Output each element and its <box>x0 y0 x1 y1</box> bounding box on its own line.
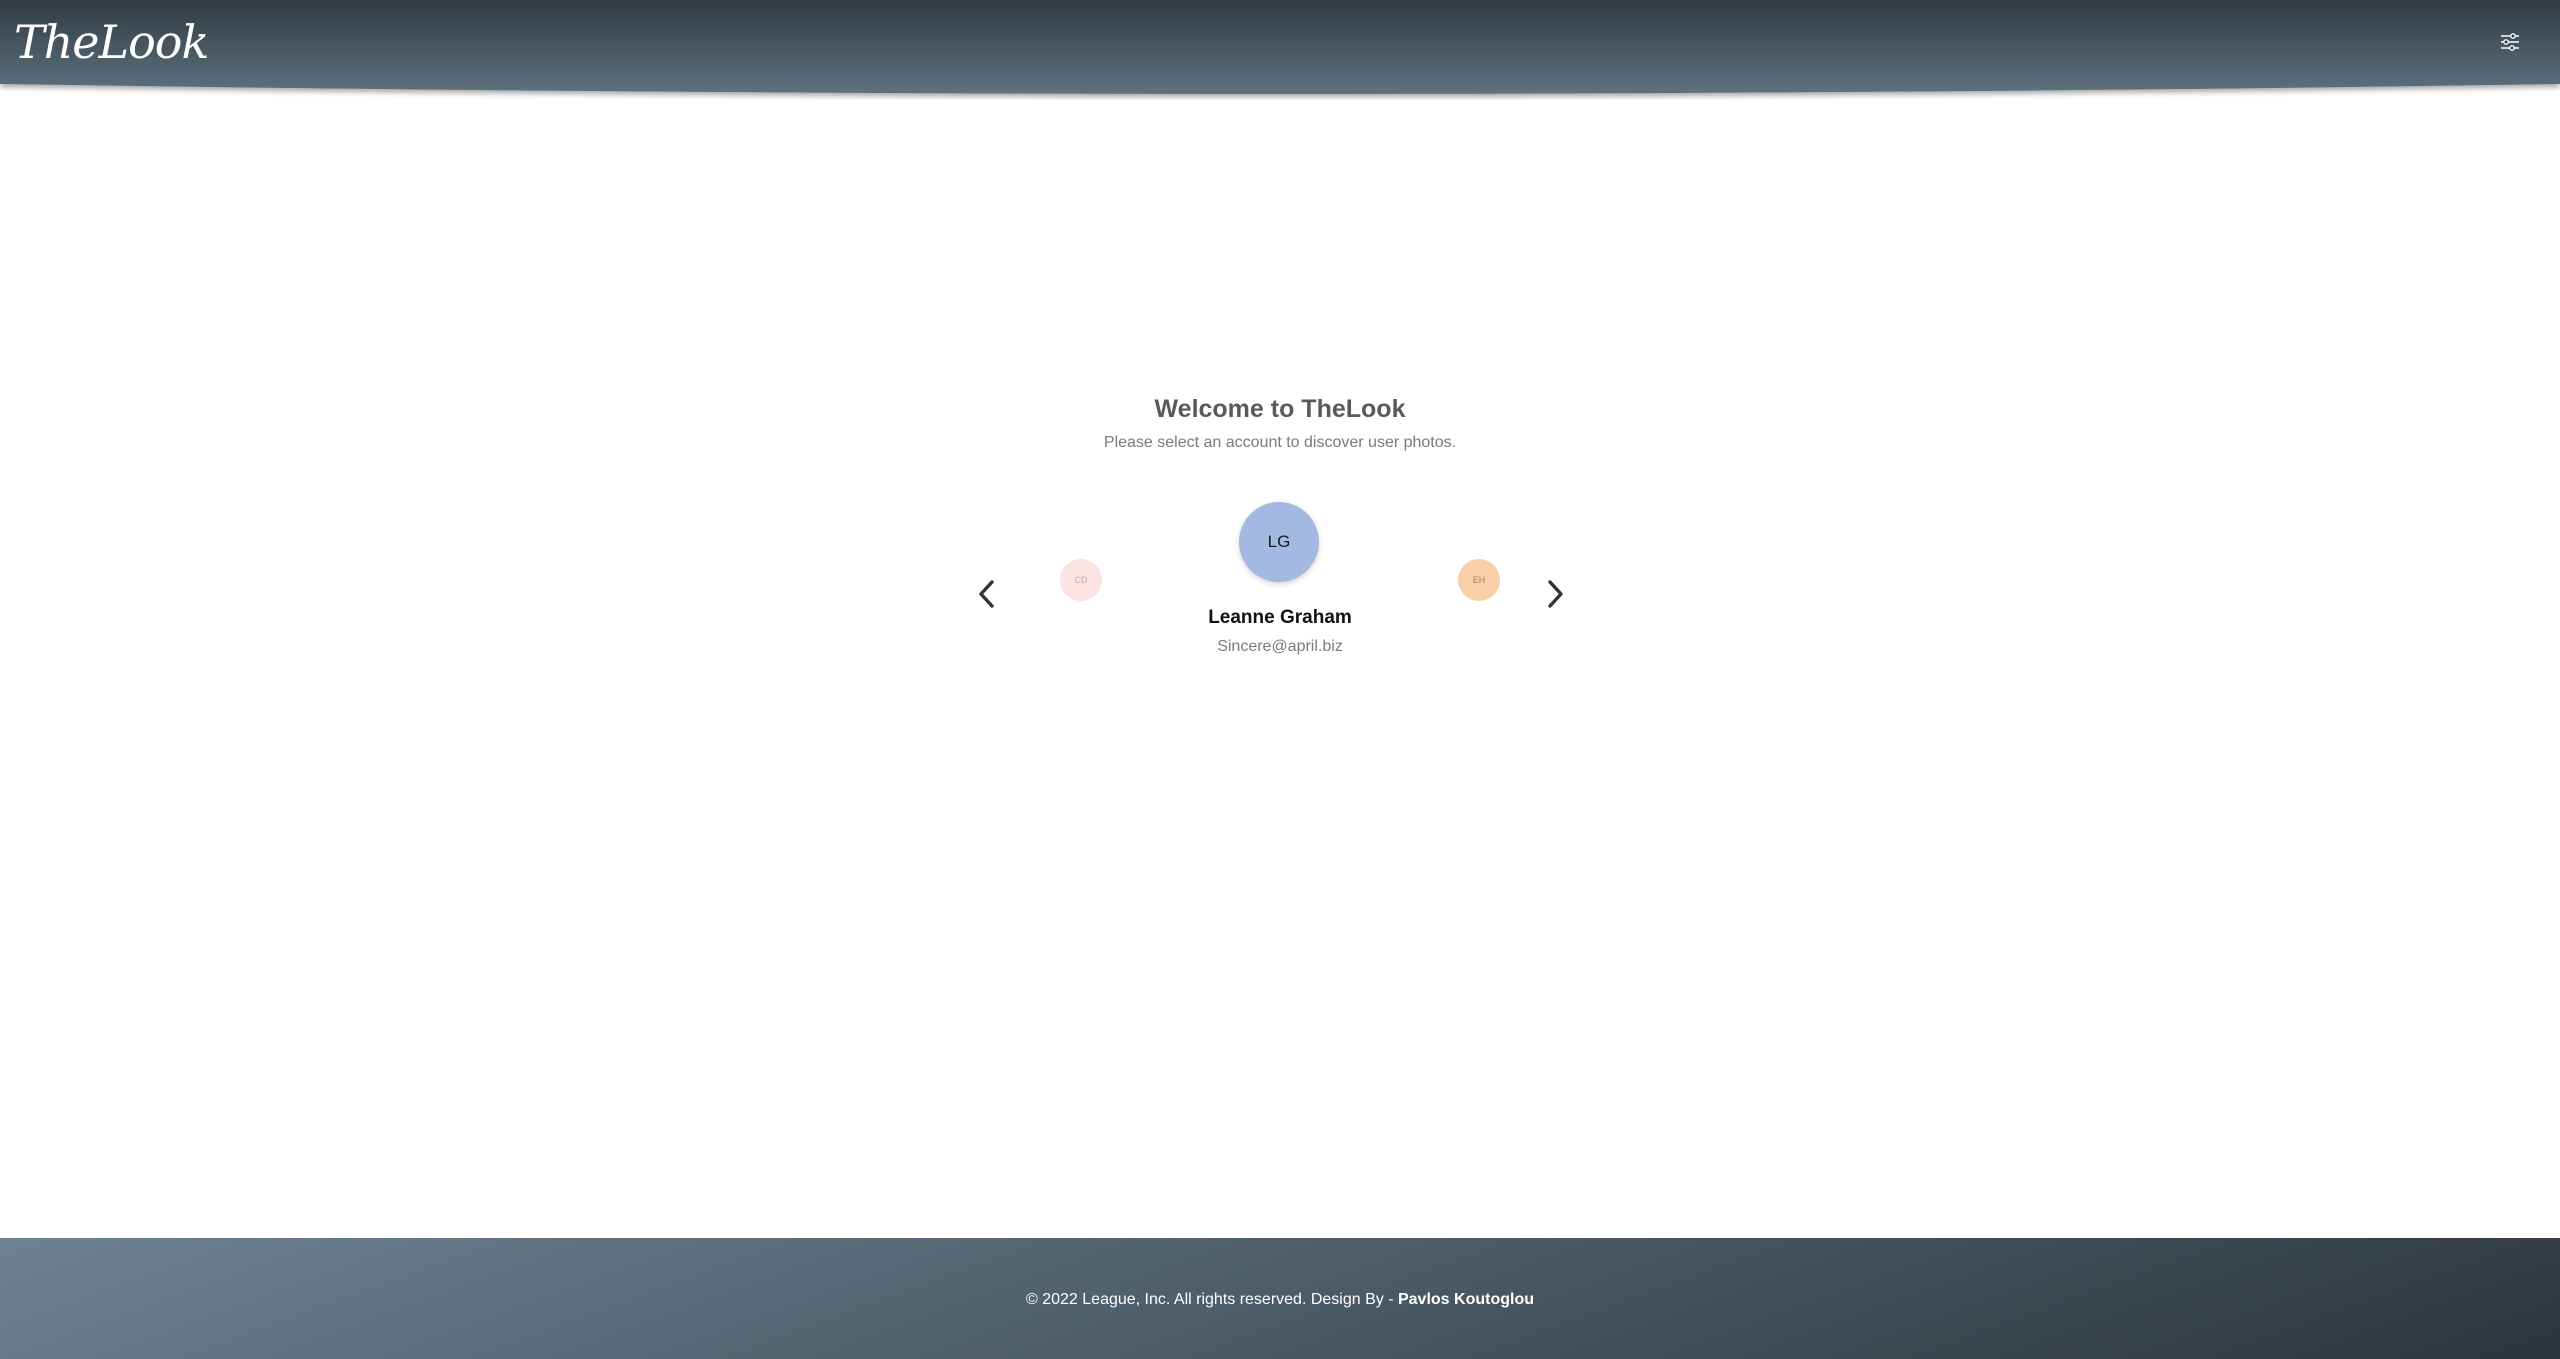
app-header: TheLook <box>0 0 2560 100</box>
settings-button[interactable] <box>2494 28 2526 56</box>
welcome-subtitle: Please select an account to discover use… <box>1103 434 1457 451</box>
current-user-email: Sincere@april.biz <box>1217 638 1343 655</box>
chevron-right-icon <box>1548 580 1563 608</box>
welcome-section: Welcome to TheLook Please select an acco… <box>0 392 2560 454</box>
header-background <box>0 0 2560 94</box>
footer-text: © 2022 League, Inc. All rights reserved.… <box>0 1289 2560 1311</box>
chevron-left-icon <box>979 580 994 608</box>
sliders-icon <box>2501 33 2519 51</box>
page: TheLook Welcome to TheLook Please select… <box>0 0 2560 1359</box>
copyright-text: © 2022 League, Inc. All rights reserved.… <box>1026 1291 1398 1308</box>
author-link[interactable]: Pavlos Koutoglou <box>1398 1291 1534 1308</box>
user-carousel: CD LG EH Leanne Graham Sincere@april.biz <box>960 490 1600 670</box>
avatar-previous-user[interactable]: CD <box>1060 559 1102 601</box>
app-footer: © 2022 League, Inc. All rights reserved.… <box>0 1238 2560 1359</box>
welcome-title: Welcome to TheLook <box>1154 395 1406 423</box>
current-user-name: Leanne Graham <box>1208 607 1352 628</box>
avatar-next-user[interactable]: EH <box>1458 559 1500 601</box>
app-logo[interactable]: TheLook <box>14 12 209 72</box>
avatar-current-user[interactable]: LG <box>1239 502 1319 582</box>
